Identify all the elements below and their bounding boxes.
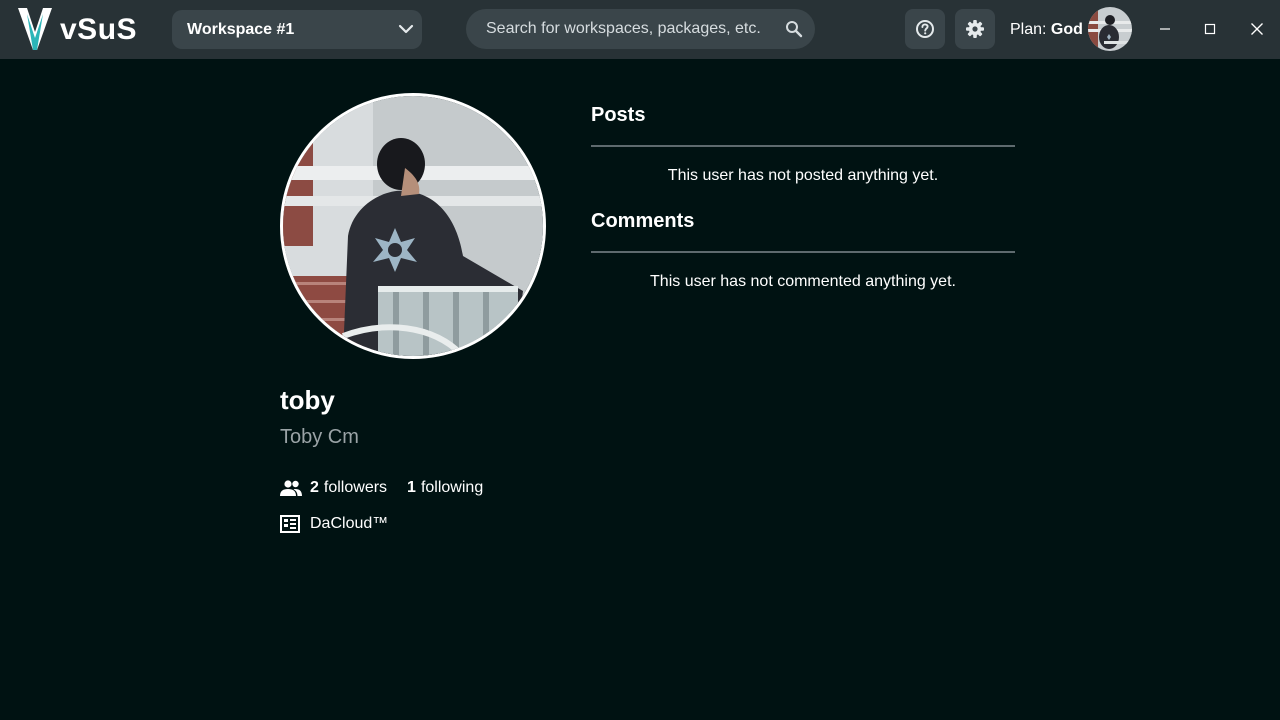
plan-value: God [1050, 21, 1083, 38]
posts-divider [591, 145, 1015, 147]
maximize-button[interactable] [1195, 14, 1225, 44]
search-input[interactable] [486, 17, 776, 41]
avatar-photo [1088, 7, 1132, 51]
search-icon[interactable] [785, 20, 803, 38]
workspace-select[interactable]: Workspace #1 [172, 10, 422, 49]
gear-icon [966, 20, 984, 38]
comments-empty-message: This user has not commented anything yet… [650, 273, 956, 290]
profile-organization: DaCloud™ [280, 513, 388, 535]
settings-button[interactable] [955, 9, 995, 49]
app-name: vSuS [60, 13, 138, 46]
plan-indicator: Plan: God [1010, 21, 1083, 39]
following-count: 1 [407, 479, 416, 496]
followers-label: followers [323, 479, 388, 496]
workspace-label: Workspace #1 [187, 21, 295, 38]
close-icon [1251, 23, 1263, 35]
user-avatar[interactable] [1088, 7, 1132, 51]
posts-empty-message: This user has not posted anything yet. [667, 167, 939, 184]
close-button[interactable] [1242, 14, 1272, 44]
profile-photo [283, 96, 543, 356]
search-bar [466, 9, 815, 49]
app-logo-icon [18, 8, 52, 50]
organization-icon [280, 515, 300, 533]
comments-heading: Comments [591, 210, 695, 232]
chevron-down-icon [398, 24, 414, 34]
minimize-icon [1160, 28, 1170, 30]
profile-username: toby [280, 385, 335, 415]
help-circle-icon [916, 20, 934, 38]
organization-name: DaCloud™ [310, 515, 389, 532]
minimize-button[interactable] [1150, 14, 1180, 44]
profile-full-name: Toby Cm [280, 426, 359, 448]
maximize-icon [1204, 23, 1216, 35]
follow-stats: 2 followers 1 following [280, 477, 483, 499]
followers-link[interactable]: 2 followers [310, 479, 387, 497]
profile-avatar [280, 93, 546, 359]
comments-divider [591, 251, 1015, 253]
following-label: following [420, 479, 484, 496]
people-icon [280, 480, 302, 496]
help-button[interactable] [905, 9, 945, 49]
posts-heading: Posts [591, 104, 646, 126]
title-bar: vSuS Workspace #1 Search for workspaces,… [0, 0, 1280, 59]
followers-count: 2 [310, 479, 319, 496]
following-link[interactable]: 1 following [407, 479, 483, 497]
plan-label: Plan: [1010, 21, 1047, 38]
